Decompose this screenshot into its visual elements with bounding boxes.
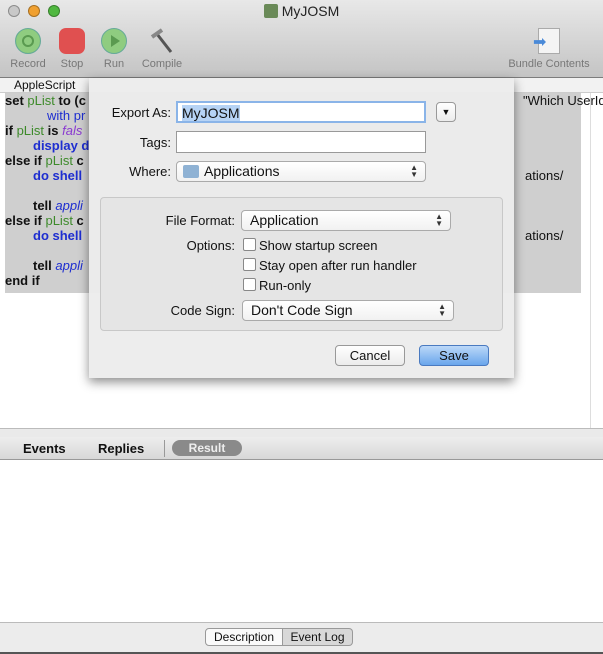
compile-button[interactable]: Compile xyxy=(138,28,186,70)
show-startup-checkbox[interactable] xyxy=(243,238,256,251)
cancel-button[interactable]: Cancel xyxy=(335,345,405,366)
tab-event-log[interactable]: Event Log xyxy=(283,628,353,646)
compile-label: Compile xyxy=(141,58,183,70)
window-title: MyJOSM xyxy=(0,3,603,19)
tab-result[interactable]: Result xyxy=(172,440,242,456)
applescript-tab[interactable]: AppleScript xyxy=(14,78,75,92)
editor-scrollbar[interactable] xyxy=(590,93,591,428)
where-popup[interactable]: Applications ▲ ▼ xyxy=(176,161,426,182)
code-line: ations/ xyxy=(525,228,564,243)
record-button[interactable]: Record xyxy=(8,28,48,70)
hammer-icon xyxy=(149,28,175,54)
run-button[interactable]: Run xyxy=(99,28,129,70)
code-line: with pr xyxy=(47,108,86,123)
export-as-value: MyJOSM xyxy=(182,105,240,121)
stop-button[interactable]: Stop xyxy=(56,28,88,70)
bundle-contents-icon: ➡ xyxy=(533,28,560,54)
updown-arrows-icon: ▲ ▼ xyxy=(435,212,443,228)
code-line: else if pList c xyxy=(5,153,84,168)
code-sign-label: Code Sign: xyxy=(170,303,235,318)
file-format-popup[interactable]: Application ▲ ▼ xyxy=(241,210,451,231)
updown-arrows-icon: ▲ ▼ xyxy=(410,163,418,179)
code-line: display d xyxy=(33,138,90,153)
where-label: Where: xyxy=(129,164,171,179)
code-line: "Which UserId?" xyxy=(523,93,603,108)
export-as-label: Export As: xyxy=(111,105,171,120)
record-icon xyxy=(15,28,41,54)
bottom-bar: Description Event Log xyxy=(0,622,603,654)
run-icon xyxy=(101,28,127,54)
code-sign-popup[interactable]: Don't Code Sign ▲ ▼ xyxy=(242,300,454,321)
folder-icon xyxy=(183,165,199,178)
export-dialog: Export As: MyJOSM ▼ Tags: Where: Applica… xyxy=(89,78,514,378)
tab-description[interactable]: Description xyxy=(205,628,283,646)
script-app-icon xyxy=(263,4,278,18)
code-line: ations/ xyxy=(525,168,564,183)
code-line: tell appli xyxy=(33,258,83,273)
where-value: Applications xyxy=(204,163,280,179)
tab-replies[interactable]: Replies xyxy=(98,441,144,456)
divider xyxy=(164,440,165,457)
result-pane[interactable] xyxy=(0,460,603,622)
result-tab-bar: Events Replies Result xyxy=(0,437,603,460)
stay-open-label: Stay open after run handler xyxy=(259,258,417,273)
export-as-input[interactable]: MyJOSM xyxy=(176,101,426,123)
window-title-text: MyJOSM xyxy=(281,3,340,19)
code-line: tell appli xyxy=(33,198,83,213)
tags-input[interactable] xyxy=(176,131,426,153)
tags-label: Tags: xyxy=(139,135,171,150)
code-line: do shell xyxy=(33,228,83,243)
pane-splitter[interactable] xyxy=(0,428,603,437)
bundle-contents-label: Bundle Contents xyxy=(508,58,590,70)
record-label: Record xyxy=(10,58,46,70)
stay-open-checkbox[interactable] xyxy=(243,258,256,271)
tab-events[interactable]: Events xyxy=(23,441,66,456)
stop-icon xyxy=(59,28,85,54)
code-sign-value: Don't Code Sign xyxy=(251,302,353,318)
chevron-down-icon: ▼ xyxy=(441,107,451,117)
expand-dialog-button[interactable]: ▼ xyxy=(436,102,456,122)
save-button[interactable]: Save xyxy=(419,345,489,366)
code-line: end if xyxy=(5,273,40,288)
run-only-label: Run-only xyxy=(259,278,312,293)
code-line: do shell xyxy=(33,168,83,183)
show-startup-label: Show startup screen xyxy=(259,238,378,253)
file-format-label: File Format: xyxy=(165,213,235,228)
run-only-checkbox[interactable] xyxy=(243,278,256,291)
bundle-contents-button[interactable]: ➡ Bundle Contents xyxy=(503,28,595,70)
code-line: if pList is fals xyxy=(5,123,83,138)
options-label: Options: xyxy=(186,238,235,253)
stop-label: Stop xyxy=(60,58,84,70)
file-format-value: Application xyxy=(250,212,319,228)
code-line: set pList to (c xyxy=(5,93,86,108)
code-line: else if pList c xyxy=(5,213,84,228)
title-bar: MyJOSM Record Stop Run Compile ➡ Bundle C… xyxy=(0,0,603,78)
updown-arrows-icon: ▲ ▼ xyxy=(438,302,446,318)
run-label: Run xyxy=(103,58,125,70)
